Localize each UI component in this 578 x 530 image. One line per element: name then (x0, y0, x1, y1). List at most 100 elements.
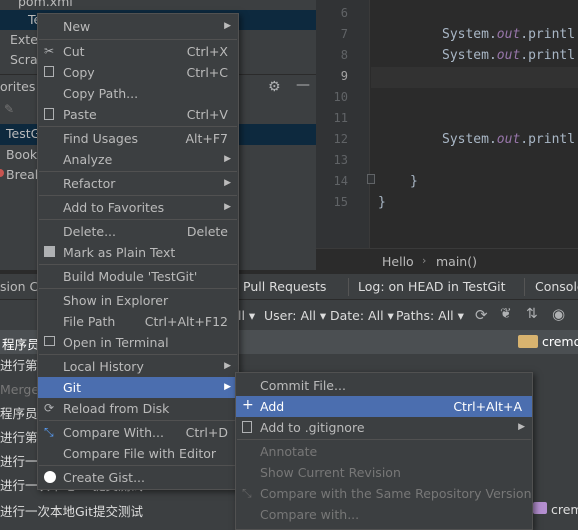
menu-label: Build Module 'TestGit' (63, 269, 198, 284)
menu-item-open-in-terminal[interactable]: Open in Terminal (38, 332, 238, 353)
git-menu-item-compare-same-repo: ⤡ Compare with the Same Repository Versio… (236, 483, 532, 504)
minimize-icon[interactable]: — (296, 77, 310, 93)
menu-item-cut[interactable]: ✂ Cut Ctrl+X (38, 41, 238, 62)
tag-icon (533, 502, 547, 514)
eye-icon[interactable]: ◉ (552, 305, 565, 323)
menu-item-reload-from-disk[interactable]: ⟳ Reload from Disk (38, 398, 238, 419)
favorites-item-bookmarks[interactable]: Book (6, 147, 37, 162)
commit-tag: cremo (542, 334, 578, 349)
cherry-pick-icon[interactable]: ❦ (500, 306, 512, 322)
menu-item-copy[interactable]: Copy Ctrl+C (38, 62, 238, 83)
commit-row[interactable]: Merge (0, 378, 39, 402)
line-number: 10 (333, 90, 348, 104)
menu-item-compare-with[interactable]: ⤡ Compare With... Ctrl+D (38, 422, 238, 443)
menu-item-compare-file-with-editor[interactable]: Compare File with Editor (38, 443, 238, 464)
tree-item-pom[interactable]: pom.xml (18, 0, 73, 9)
menu-label: Commit File... (260, 378, 346, 393)
terminal-icon (44, 336, 55, 346)
commit-row[interactable]: 程序员 (0, 402, 38, 426)
git-menu-item-show-current-revision: Show Current Revision (236, 462, 532, 483)
commit-row-text: 程序员 (2, 337, 40, 352)
refresh-icon[interactable]: ⟳ (475, 306, 488, 324)
code-line-15: } (378, 195, 386, 210)
git-menu-item-add[interactable]: + Add Ctrl+Alt+A (236, 396, 532, 417)
menu-shortcut: Ctrl+Alt+A (453, 399, 522, 414)
menu-item-build-module[interactable]: Build Module 'TestGit' (38, 266, 238, 287)
compare-icon: ⤡ (242, 486, 252, 500)
breadcrumb-method[interactable]: main() (436, 254, 477, 269)
menu-item-find-usages[interactable]: Find Usages Alt+F7 (38, 128, 238, 149)
filter-user[interactable]: User: All ▾ (264, 308, 326, 323)
filter-date[interactable]: Date: All ▾ (330, 308, 394, 323)
git-menu-item-commit-file[interactable]: Commit File... (236, 375, 532, 396)
menu-label: Local History (63, 359, 144, 374)
menu-separator (39, 195, 237, 196)
menu-separator (39, 171, 237, 172)
menu-item-add-to-favorites[interactable]: Add to Favorites ▶ (38, 197, 238, 218)
line-number: 13 (333, 153, 348, 167)
menu-item-mark-plain-text[interactable]: Mark as Plain Text (38, 242, 238, 263)
commit-row[interactable]: 进行第 (0, 426, 38, 450)
menu-shortcut: Ctrl+D (185, 425, 228, 440)
filter-paths[interactable]: Paths: All ▾ (396, 308, 464, 323)
menu-label: Find Usages (63, 131, 139, 146)
edit-icon[interactable]: ✎ (4, 102, 14, 116)
menu-label: Mark as Plain Text (63, 245, 176, 260)
menu-separator (39, 219, 237, 220)
breadcrumb-class[interactable]: Hello (382, 254, 414, 269)
favorites-toolbar: ✎ (0, 100, 40, 120)
submenu-arrow-icon: ▶ (224, 178, 231, 188)
menu-item-git[interactable]: Git ▶ (38, 377, 238, 398)
menu-item-paste[interactable]: Paste Ctrl+V (38, 104, 238, 125)
menu-label: Compare with... (260, 507, 360, 522)
git-menu-item-compare-with: Compare with... (236, 504, 532, 525)
menu-label: Show Current Revision (260, 465, 401, 480)
fold-icon[interactable] (367, 174, 375, 184)
git-menu-item-annotate: Annotate (236, 441, 532, 462)
menu-item-delete[interactable]: Delete... Delete (38, 221, 238, 242)
menu-label: Add (260, 399, 285, 414)
git-submenu: Commit File... + Add Ctrl+Alt+A Add to .gi… (235, 372, 533, 530)
menu-separator (39, 126, 237, 127)
menu-item-analyze[interactable]: Analyze ▶ (38, 149, 238, 170)
submenu-arrow-icon: ▶ (224, 382, 231, 392)
menu-label: Cut (63, 44, 85, 59)
menu-shortcut: Ctrl+X (186, 44, 228, 59)
menu-item-local-history[interactable]: Local History ▶ (38, 356, 238, 377)
tab-divider (524, 278, 525, 296)
menu-label: Open in Terminal (63, 335, 169, 350)
git-menu-item-add-to-gitignore[interactable]: Add to .gitignore ▶ (236, 417, 532, 438)
menu-item-copy-path[interactable]: Copy Path... (38, 83, 238, 104)
line-number-current: 9 (340, 69, 348, 83)
menu-item-show-in-explorer[interactable]: Show in Explorer (38, 290, 238, 311)
menu-label: Create Gist... (63, 470, 146, 485)
code-line-7: System.out.printl (442, 27, 576, 42)
menu-label: Compare With... (63, 425, 164, 440)
menu-item-file-path[interactable]: File Path Ctrl+Alt+F12 (38, 311, 238, 332)
code-line-14: } (410, 174, 418, 189)
menu-item-refactor[interactable]: Refactor ▶ (38, 173, 238, 194)
menu-shortcut: Ctrl+C (186, 65, 228, 80)
menu-item-create-gist[interactable]: Create Gist... (38, 467, 238, 488)
tab-pull-requests[interactable]: Pull Requests (243, 279, 326, 294)
tab-console[interactable]: Console (535, 279, 578, 294)
menu-separator (39, 420, 237, 421)
menu-separator (39, 465, 237, 466)
code-line-8: System.out.printl (442, 48, 576, 63)
code-editor[interactable]: 6 7 8 9 10 11 12 13 14 15 System.out.pri… (316, 0, 578, 248)
filter-branch[interactable]: ll ▾ (238, 308, 255, 323)
gear-icon[interactable]: ⚙ (268, 79, 281, 95)
commit-row[interactable]: 进行一次本地Git提交测试 (0, 500, 143, 524)
commit-row[interactable]: 进行第 (0, 354, 38, 378)
sort-icon[interactable]: ⇅ (526, 306, 538, 322)
commit-row[interactable]: 进行一 (0, 450, 38, 474)
submenu-arrow-icon: ▶ (224, 361, 231, 371)
menu-label: Copy Path... (63, 86, 139, 101)
menu-item-new[interactable]: New ▶ (38, 16, 238, 37)
tab-log[interactable]: Log: on HEAD in TestGit (358, 279, 506, 294)
menu-label: Show in Explorer (63, 293, 169, 308)
menu-shortcut: Ctrl+V (186, 107, 228, 122)
menu-label: New (63, 19, 91, 34)
menu-separator (237, 439, 531, 440)
line-number: 11 (333, 111, 348, 125)
